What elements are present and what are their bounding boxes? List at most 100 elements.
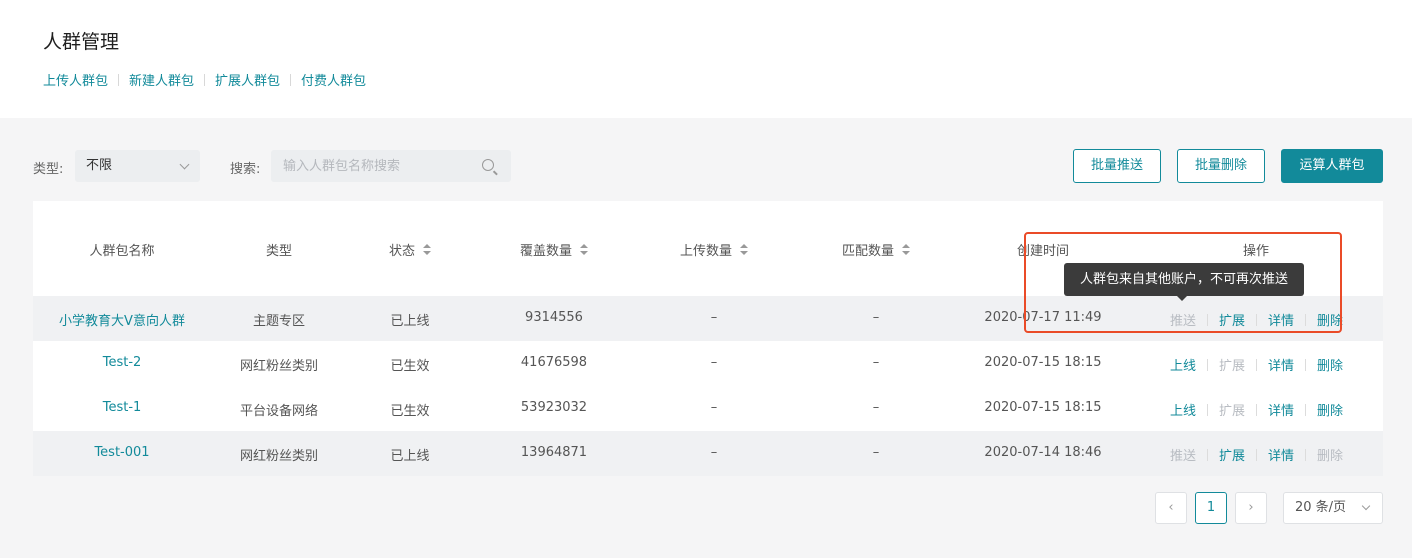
action-divider — [1256, 313, 1258, 326]
batch-push-button[interactable]: 批量推送 — [1073, 149, 1161, 183]
row-coverage: 41676598 — [520, 355, 588, 370]
row-coverage: 9314556 — [525, 310, 583, 325]
batch-delete-button[interactable]: 批量删除 — [1177, 149, 1265, 183]
search-label: 搜索: — [230, 162, 261, 177]
page-title: 人群管理 — [43, 31, 120, 53]
push-disabled-tooltip: 人群包来自其他账户，不可再次推送 — [1064, 263, 1304, 301]
row-name[interactable]: 小学教育大V意向人群 — [59, 310, 185, 329]
row-actions: 上线 扩展 详情 删除 — [1170, 355, 1343, 374]
row-upload: – — [710, 310, 718, 325]
prev-page-button[interactable]: ‹ — [1155, 492, 1187, 524]
row-status: 已生效 — [390, 359, 430, 374]
col-name-label: 人群包名称 — [89, 244, 155, 259]
nav-divider — [290, 73, 292, 86]
sort-icon[interactable] — [580, 243, 589, 256]
detail-action[interactable]: 详情 — [1268, 445, 1294, 464]
row-actions: 上线 扩展 详情 删除 — [1170, 400, 1343, 419]
row-upload: – — [710, 355, 718, 370]
col-actions: 操作 — [1243, 240, 1269, 259]
online-action[interactable]: 上线 — [1170, 355, 1196, 374]
search-icon[interactable] — [482, 159, 494, 171]
col-type-label: 类型 — [265, 244, 293, 259]
type-filter-label: 类型: — [33, 162, 64, 177]
expand-action[interactable]: 扩展 — [1219, 355, 1245, 374]
detail-action[interactable]: 详情 — [1268, 400, 1294, 419]
table-row: 小学教育大V意向人群 主题专区 已上线 9314556 – – 2020-07-… — [33, 296, 1383, 341]
action-divider — [1305, 448, 1307, 461]
row-created: 2020-07-15 18:15 — [984, 400, 1102, 415]
page-header: 人群管理 上传人群包 新建人群包 扩展人群包 付费人群包 — [0, 0, 1412, 118]
row-actions: 推送 扩展 详情 删除 — [1170, 445, 1343, 464]
push-action[interactable]: 推送 — [1170, 310, 1196, 329]
row-name[interactable]: Test-1 — [103, 400, 142, 415]
col-coverage-label: 覆盖数量 — [519, 244, 573, 259]
compute-audience-button[interactable]: 运算人群包 — [1281, 149, 1383, 183]
next-page-button[interactable]: › — [1235, 492, 1267, 524]
delete-action[interactable]: 删除 — [1317, 355, 1343, 374]
sort-icon[interactable] — [902, 243, 911, 256]
push-action[interactable]: 推送 — [1170, 445, 1196, 464]
delete-action[interactable]: 删除 — [1317, 400, 1343, 419]
nav-expand-audience[interactable]: 扩展人群包 — [215, 70, 280, 89]
chevron-down-icon — [179, 159, 190, 170]
row-created: 2020-07-14 18:46 — [984, 445, 1102, 460]
col-coverage[interactable]: 覆盖数量 — [519, 240, 589, 259]
expand-action[interactable]: 扩展 — [1219, 400, 1245, 419]
row-upload: – — [710, 400, 718, 415]
nav-new-audience[interactable]: 新建人群包 — [129, 70, 194, 89]
nav-divider — [204, 73, 206, 86]
sub-nav: 上传人群包 新建人群包 扩展人群包 付费人群包 — [43, 70, 366, 89]
col-upload[interactable]: 上传数量 — [679, 240, 749, 259]
row-match: – — [872, 445, 880, 460]
col-status[interactable]: 状态 — [388, 240, 432, 259]
row-coverage: 13964871 — [520, 445, 588, 460]
action-divider — [1207, 403, 1209, 416]
delete-action[interactable]: 删除 — [1317, 310, 1343, 329]
table-row: Test-001 网红粉丝类别 已上线 13964871 – – 2020-07… — [33, 431, 1383, 476]
col-created: 创建时间 — [1017, 240, 1069, 259]
type-select[interactable]: 不限 — [75, 150, 200, 182]
row-type: 平台设备网络 — [239, 404, 319, 419]
col-type: 类型 — [266, 240, 292, 259]
detail-action[interactable]: 详情 — [1268, 310, 1294, 329]
type-select-value: 不限 — [86, 158, 113, 173]
row-actions: 推送 扩展 详情 删除 — [1170, 310, 1343, 329]
row-status: 已生效 — [390, 404, 430, 419]
search-box — [271, 150, 511, 182]
action-divider — [1256, 448, 1258, 461]
sort-icon[interactable] — [740, 243, 749, 256]
col-match-label: 匹配数量 — [841, 244, 895, 259]
action-divider — [1305, 403, 1307, 416]
action-divider — [1305, 313, 1307, 326]
row-name[interactable]: Test-001 — [94, 445, 149, 460]
row-type: 主题专区 — [252, 314, 306, 329]
expand-action[interactable]: 扩展 — [1219, 310, 1245, 329]
detail-action[interactable]: 详情 — [1268, 355, 1294, 374]
row-created: 2020-07-17 11:49 — [984, 310, 1102, 325]
expand-action[interactable]: 扩展 — [1219, 445, 1245, 464]
search-input[interactable] — [271, 150, 471, 182]
col-created-label: 创建时间 — [1016, 244, 1070, 259]
nav-paid-audience[interactable]: 付费人群包 — [301, 70, 366, 89]
col-actions-label: 操作 — [1242, 244, 1270, 259]
sort-icon[interactable] — [423, 243, 432, 256]
row-name[interactable]: Test-2 — [103, 355, 142, 370]
col-name: 人群包名称 — [89, 240, 154, 259]
page-1-button[interactable]: 1 — [1195, 492, 1227, 524]
col-status-label: 状态 — [388, 244, 416, 259]
delete-action[interactable]: 删除 — [1317, 445, 1343, 464]
nav-upload-audience[interactable]: 上传人群包 — [43, 70, 108, 89]
col-match[interactable]: 匹配数量 — [841, 240, 911, 259]
online-action[interactable]: 上线 — [1170, 400, 1196, 419]
row-created: 2020-07-15 18:15 — [984, 355, 1102, 370]
row-match: – — [872, 355, 880, 370]
nav-divider — [118, 73, 120, 86]
row-match: – — [872, 310, 880, 325]
row-coverage: 53923032 — [520, 400, 588, 415]
table-row: Test-1 平台设备网络 已生效 53923032 – – 2020-07-1… — [33, 386, 1383, 431]
col-upload-label: 上传数量 — [679, 244, 733, 259]
action-divider — [1256, 358, 1258, 371]
action-divider — [1207, 313, 1209, 326]
page-size-select[interactable]: 20 条/页 — [1283, 492, 1383, 524]
action-divider — [1256, 403, 1258, 416]
